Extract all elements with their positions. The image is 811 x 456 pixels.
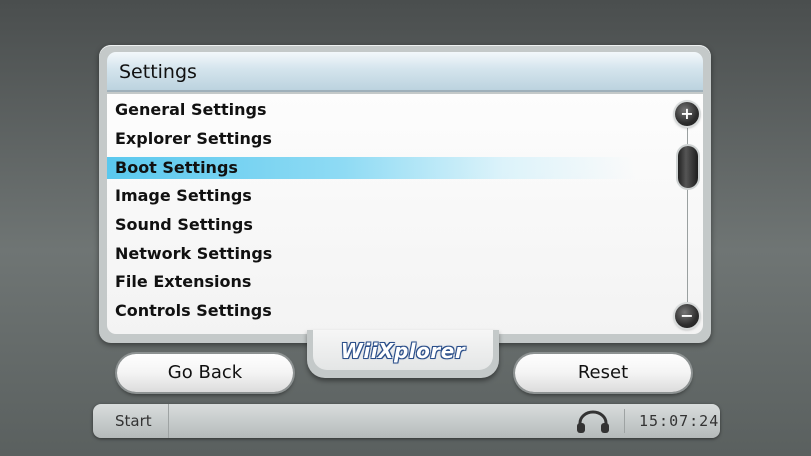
settings-window: Settings General Settings Explorer Setti… (99, 45, 711, 343)
logo-tab: WiiXplorer (307, 330, 499, 378)
start-button[interactable]: Start (93, 404, 169, 438)
list-item-image-settings[interactable]: Image Settings (107, 185, 635, 207)
scrollbar-thumb[interactable] (678, 146, 698, 188)
reset-button[interactable]: Reset (515, 354, 691, 392)
scroll-down-minus-icon[interactable]: − (675, 304, 699, 328)
taskbar-separator (624, 409, 625, 433)
taskbar: Start 15:07:24 (93, 404, 720, 438)
list-item-sound-settings[interactable]: Sound Settings (107, 214, 635, 236)
list-item-controls-settings[interactable]: Controls Settings (107, 300, 635, 322)
list-item-network-settings[interactable]: Network Settings (107, 243, 635, 265)
app-logo: WiiXplorer (340, 339, 466, 363)
window-title: Settings (119, 61, 197, 83)
settings-list: General Settings Explorer Settings Boot … (107, 94, 703, 334)
list-item-explorer-settings[interactable]: Explorer Settings (107, 128, 635, 150)
list-item-boot-settings[interactable]: Boot Settings (107, 157, 635, 179)
clock: 15:07:24 (639, 412, 720, 430)
list-item-file-extensions[interactable]: File Extensions (107, 271, 635, 293)
window-title-bar: Settings (107, 52, 703, 92)
list-item-general-settings[interactable]: General Settings (107, 99, 635, 121)
headphones-icon[interactable] (576, 410, 610, 434)
scroll-up-plus-icon[interactable]: + (675, 102, 699, 126)
go-back-button[interactable]: Go Back (117, 354, 293, 392)
scrollbar-track[interactable] (687, 109, 688, 309)
